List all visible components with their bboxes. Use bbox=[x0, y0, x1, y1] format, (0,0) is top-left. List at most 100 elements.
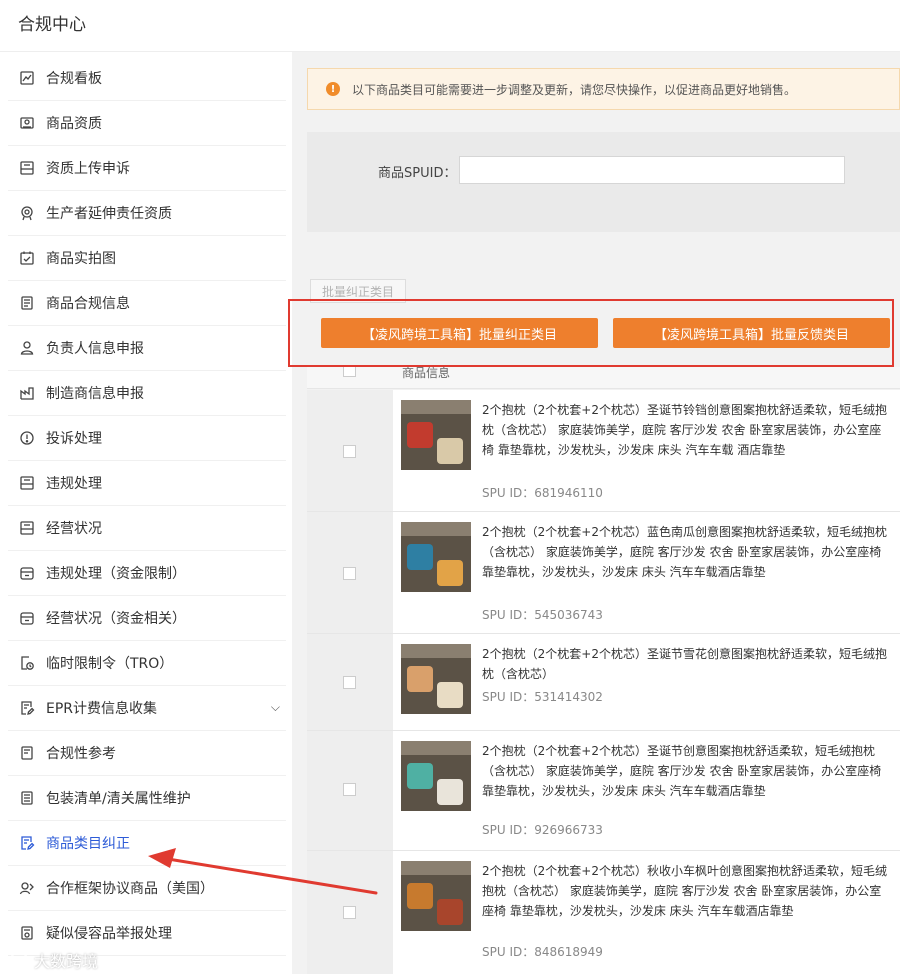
product-spu-id: SPU ID：531414302 bbox=[482, 690, 603, 704]
pillow-mark bbox=[437, 682, 463, 708]
filter-panel: 商品SPUID： bbox=[307, 132, 900, 232]
sidebar-item-label: 生产者延伸责任资质 bbox=[46, 206, 172, 222]
sidebar-item-epr-billing[interactable]: EPR计费信息收集 ⌵ bbox=[8, 686, 286, 731]
sidebar-item-framework-agreement[interactable]: 合作框架协议商品（美国） bbox=[8, 866, 286, 911]
chart-icon bbox=[18, 69, 36, 87]
sidebar-item-product-qualification[interactable]: 商品资质 bbox=[8, 101, 286, 146]
list-doc-icon bbox=[18, 789, 36, 807]
row-checkbox[interactable] bbox=[343, 783, 356, 796]
sidebar-item-compliance-reference[interactable]: 合规性参考 bbox=[8, 731, 286, 776]
folder-icon bbox=[18, 474, 36, 492]
upload-doc-icon bbox=[18, 159, 36, 177]
product-spu-id: SPU ID：681946110 bbox=[482, 486, 603, 500]
pillow-mark bbox=[437, 560, 463, 586]
id-card-icon bbox=[18, 114, 36, 132]
sidebar-item-label: 商品实拍图 bbox=[46, 251, 116, 267]
pillow-mark bbox=[437, 779, 463, 805]
sidebar-item-label: 经营状况（资金相关） bbox=[46, 611, 186, 627]
sidebar-item-violations[interactable]: 违规处理 bbox=[8, 461, 286, 506]
row-checkbox[interactable] bbox=[343, 445, 356, 458]
sidebar-item-compliance-info[interactable]: 商品合规信息 bbox=[8, 281, 286, 326]
sidebar-item-epr-qualification[interactable]: 生产者延伸责任资质 bbox=[8, 191, 286, 236]
sidebar-item-label: 商品类目纠正 bbox=[46, 836, 130, 852]
product-thumbnail[interactable] bbox=[401, 741, 471, 811]
sidebar-item-qualification-appeal[interactable]: 资质上传申诉 bbox=[8, 146, 286, 191]
handshake-icon bbox=[18, 879, 36, 897]
pillow-mark bbox=[407, 883, 433, 909]
table-row: 2个抱枕（2个枕套+2个枕芯）秋收小车枫叶创意图案抱枕舒适柔软，短毛绒抱枕（含枕… bbox=[307, 851, 900, 974]
pillow-mark bbox=[407, 422, 433, 448]
table-row: 2个抱枕（2个枕套+2个枕芯）圣诞节铃铛创意图案抱枕舒适柔软，短毛绒抱枕（含枕芯… bbox=[307, 390, 900, 512]
page-title: 合规中心 bbox=[18, 15, 86, 35]
notice-text: 以下商品类目可能需要进一步调整及更新，请您尽快操作，以促进商品更好地销售。 bbox=[352, 82, 797, 97]
product-thumbnail[interactable] bbox=[401, 861, 471, 931]
product-thumbnail[interactable] bbox=[401, 644, 471, 714]
top-bar: 合规中心 bbox=[0, 0, 900, 52]
sidebar-item-tro[interactable]: 临时限制令（TRO） bbox=[8, 641, 286, 686]
watermark-logo-icon bbox=[10, 951, 28, 969]
sidebar-item-label: 商品合规信息 bbox=[46, 296, 130, 312]
sidebar-item-label: 临时限制令（TRO） bbox=[46, 656, 174, 672]
edit-doc-icon bbox=[18, 834, 36, 852]
pillow-mark bbox=[437, 438, 463, 464]
sidebar-item-label: 疑似侵容品举报处理 bbox=[46, 926, 172, 942]
sidebar-item-label: EPR计费信息收集 bbox=[46, 701, 158, 717]
sidebar-item-label: 违规处理 bbox=[46, 476, 102, 492]
spuid-input[interactable] bbox=[459, 156, 845, 184]
sidebar-item-operation-status[interactable]: 经营状况 bbox=[8, 506, 286, 551]
sidebar-item-compliance-dashboard[interactable]: 合规看板 bbox=[8, 56, 286, 101]
product-spu-id: SPU ID：545036743 bbox=[482, 608, 603, 622]
pillow-mark bbox=[407, 763, 433, 789]
select-all-checkbox[interactable] bbox=[343, 367, 356, 377]
sidebar-item-label: 制造商信息申报 bbox=[46, 386, 144, 402]
chevron-down-icon[interactable]: ⌵ bbox=[271, 700, 280, 715]
document-icon bbox=[18, 294, 36, 312]
product-title[interactable]: 2个抱枕（2个枕套+2个枕芯）圣诞节雪花创意图案抱枕舒适柔软，短毛绒抱枕（含枕芯… bbox=[482, 644, 890, 684]
sidebar-item-packing-list[interactable]: 包装清单/清关属性维护 bbox=[8, 776, 286, 821]
sidebar-item-label: 负责人信息申报 bbox=[46, 341, 144, 357]
sidebar-item-complaints[interactable]: 投诉处理 bbox=[8, 416, 286, 461]
report-icon bbox=[18, 924, 36, 942]
pillow-mark bbox=[407, 544, 433, 570]
product-title[interactable]: 2个抱枕（2个枕套+2个枕芯）蓝色南瓜创意图案抱枕舒适柔软，短毛绒抱枕（含枕芯）… bbox=[482, 522, 890, 582]
watermark: 大数跨境 bbox=[10, 948, 98, 972]
product-spu-id: SPU ID：848618949 bbox=[482, 945, 603, 959]
edit-doc-icon bbox=[18, 699, 36, 717]
wallet-icon bbox=[18, 609, 36, 627]
sidebar-item-responsible-person[interactable]: 负责人信息申报 bbox=[8, 326, 286, 371]
alert-icon bbox=[18, 429, 36, 447]
toolbox-batch-correct-button[interactable]: 【凌风跨境工具箱】批量纠正类目 bbox=[321, 318, 598, 348]
sidebar-item-label: 合规看板 bbox=[46, 71, 102, 87]
watermark-text: 大数跨境 bbox=[34, 952, 99, 971]
row-checkbox[interactable] bbox=[343, 567, 356, 580]
person-icon bbox=[18, 339, 36, 357]
sidebar-item-operation-funds[interactable]: 经营状况（资金相关） bbox=[8, 596, 286, 641]
sidebar-item-violations-funds[interactable]: 违规处理（资金限制） bbox=[8, 551, 286, 596]
row-checkbox[interactable] bbox=[343, 676, 356, 689]
wallet-icon bbox=[18, 564, 36, 582]
sidebar-item-manufacturer[interactable]: 制造商信息申报 bbox=[8, 371, 286, 416]
badge-icon bbox=[18, 204, 36, 222]
toolbox-batch-feedback-button[interactable]: 【凌风跨境工具箱】批量反馈类目 bbox=[613, 318, 890, 348]
row-checkbox[interactable] bbox=[343, 906, 356, 919]
product-title[interactable]: 2个抱枕（2个枕套+2个枕芯）圣诞节铃铛创意图案抱枕舒适柔软，短毛绒抱枕（含枕芯… bbox=[482, 400, 890, 460]
clock-doc-icon bbox=[18, 654, 36, 672]
sidebar: 合规看板 商品资质 资质上传申诉 生产者延伸责任资质 商品实拍图 商品合规信息 … bbox=[0, 56, 292, 974]
notice-banner: ! 以下商品类目可能需要进一步调整及更新，请您尽快操作，以促进商品更好地销售。 bbox=[307, 68, 900, 110]
sidebar-item-label: 包装清单/清关属性维护 bbox=[46, 791, 191, 807]
product-thumbnail[interactable] bbox=[401, 522, 471, 592]
table-row: 2个抱枕（2个枕套+2个枕芯）圣诞节雪花创意图案抱枕舒适柔软，短毛绒抱枕（含枕芯… bbox=[307, 634, 900, 731]
pillow-mark bbox=[437, 899, 463, 925]
factory-icon bbox=[18, 384, 36, 402]
sidebar-item-product-photos[interactable]: 商品实拍图 bbox=[8, 236, 286, 281]
sidebar-item-label: 合作框架协议商品（美国） bbox=[46, 881, 214, 897]
product-thumbnail[interactable] bbox=[401, 400, 471, 470]
pillow-mark bbox=[407, 666, 433, 692]
table-header: 商品信息 bbox=[307, 366, 900, 389]
sidebar-item-label: 经营状况 bbox=[46, 521, 102, 537]
book-icon bbox=[18, 744, 36, 762]
product-title[interactable]: 2个抱枕（2个枕套+2个枕芯）秋收小车枫叶创意图案抱枕舒适柔软，短毛绒抱枕（含枕… bbox=[482, 861, 890, 921]
folder-icon bbox=[18, 519, 36, 537]
product-title[interactable]: 2个抱枕（2个枕套+2个枕芯）圣诞节创意图案抱枕舒适柔软，短毛绒抱枕（含枕芯） … bbox=[482, 741, 890, 801]
sidebar-item-category-correction[interactable]: 商品类目纠正 bbox=[8, 821, 286, 866]
